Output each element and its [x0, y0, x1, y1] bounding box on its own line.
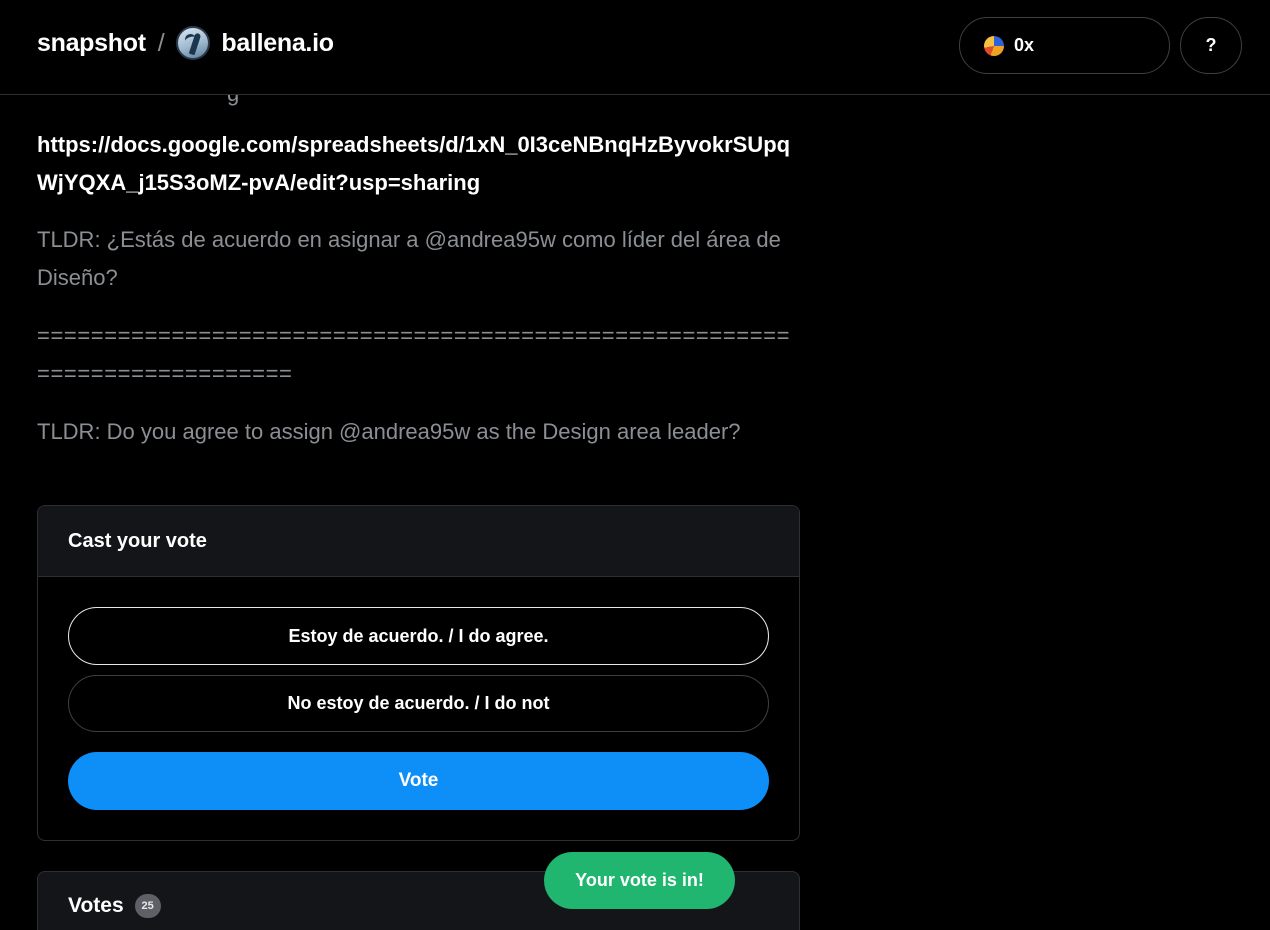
- votes-count-badge: 25: [134, 894, 161, 918]
- space-name-link[interactable]: ballena.io: [221, 29, 334, 58]
- cast-vote-card: Cast your vote Estoy de acuerdo. / I do …: [37, 505, 800, 841]
- wallet-avatar-icon: [984, 35, 1004, 56]
- choice-disagree-button[interactable]: No estoy de acuerdo. / I do not: [68, 675, 769, 732]
- success-toast: Your vote is in!: [544, 852, 735, 909]
- account-address: 0x: [1014, 35, 1035, 55]
- breadcrumb-separator: /: [157, 28, 165, 57]
- help-button[interactable]: ?: [1180, 17, 1242, 74]
- tldr-spanish: TLDR: ¿Estás de acuerdo en asignar a @an…: [37, 227, 781, 290]
- space-avatar-icon[interactable]: [176, 26, 211, 60]
- spreadsheet-link[interactable]: https://docs.google.com/spreadsheets/d/1…: [37, 126, 802, 202]
- snapshot-logo-link[interactable]: snapshot: [37, 29, 146, 58]
- choice-agree-button[interactable]: Estoy de acuerdo. / I do agree.: [68, 607, 769, 665]
- vote-button[interactable]: Vote: [68, 752, 769, 810]
- account-button[interactable]: 0x: [959, 17, 1170, 74]
- cast-vote-title: Cast your vote: [38, 506, 799, 577]
- tldr-english: TLDR: Do you agree to assign @andrea95w …: [37, 419, 741, 444]
- votes-header: Votes 25: [68, 894, 161, 918]
- votes-title: Votes: [68, 894, 124, 917]
- top-navbar: snapshot / ballena.io 0x ?: [0, 0, 1270, 95]
- breadcrumb: snapshot / ballena.io: [37, 26, 334, 60]
- text-divider: ========================================…: [37, 323, 791, 386]
